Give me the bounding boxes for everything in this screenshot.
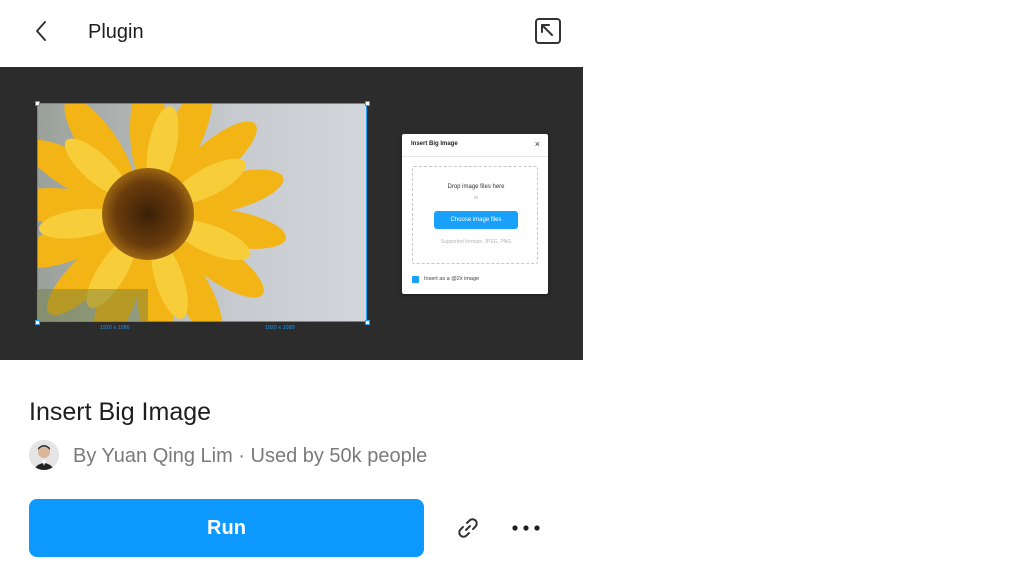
more-options-button[interactable] — [508, 512, 544, 544]
preview-dialog-title: Insert Big Image — [411, 141, 458, 147]
selection-handle — [365, 320, 370, 325]
avatar — [29, 440, 59, 470]
plugin-name: Insert Big Image — [29, 398, 212, 426]
run-button[interactable]: Run — [29, 499, 424, 557]
popout-button[interactable] — [531, 14, 565, 48]
preview-plugin-dialog: Insert Big Image × Drop image files here… — [402, 134, 548, 294]
preview-dropzone: Drop image files here or Choose image fi… — [412, 166, 538, 264]
drop-text: Drop image files here — [447, 184, 505, 190]
checkbox-label: Insert as a @2x image — [424, 276, 480, 282]
preview-dialog-header: Insert Big Image × — [402, 134, 548, 157]
link-icon — [458, 518, 478, 538]
selection-handle — [35, 101, 40, 106]
supported-formats-text: Supported formats: JPEG, PNG — [440, 239, 512, 245]
more-horizontal-icon — [512, 525, 540, 531]
checkbox-icon — [412, 276, 419, 283]
plugin-preview-image: 1920 x 1080 1920 x 1080 Insert Big Image… — [0, 67, 583, 360]
page-title: Plugin — [88, 21, 144, 43]
selection-handle — [35, 320, 40, 325]
dimension-label: 1920 x 1080 — [100, 325, 130, 331]
sunflower-photo — [37, 103, 367, 322]
or-text: or — [473, 195, 479, 201]
author-byline: By Yuan Qing Lim · Used by 50k people — [73, 445, 428, 467]
copy-link-button[interactable] — [452, 512, 484, 544]
arrow-up-left-box-icon — [535, 18, 561, 44]
dimension-label: 1920 x 1080 — [265, 325, 295, 331]
preview-choose-button: Choose image files — [434, 211, 518, 229]
plugin-detail-panel: Plugin 1920 x 1080 1920 x 1080 Insert Bi… — [0, 0, 583, 576]
selection-handle — [365, 101, 370, 106]
back-button[interactable] — [26, 16, 56, 46]
close-icon: × — [534, 139, 540, 149]
header-bar: Plugin — [0, 0, 583, 66]
chevron-left-icon — [36, 21, 46, 41]
